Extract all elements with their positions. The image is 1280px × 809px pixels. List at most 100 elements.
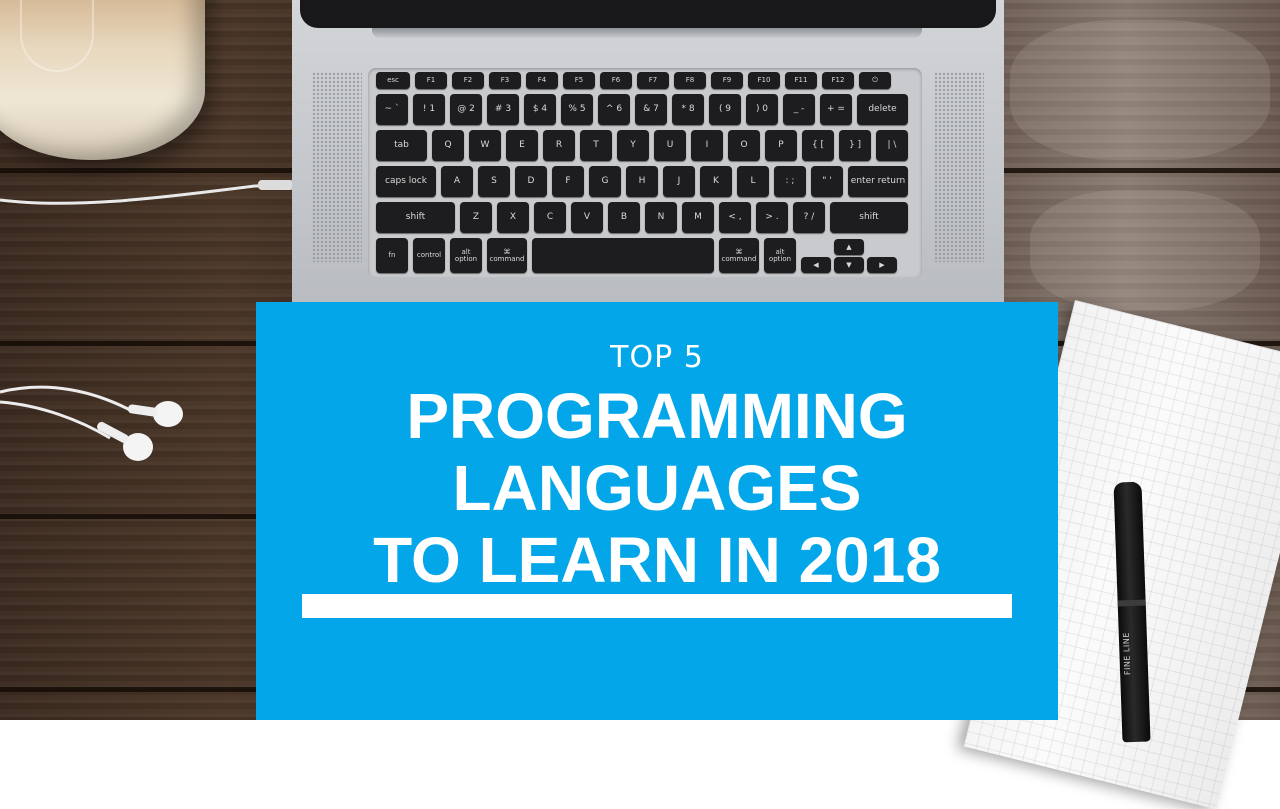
key[interactable]: J [663, 166, 695, 197]
key[interactable]: P [765, 130, 797, 161]
key[interactable]: F3 [489, 72, 521, 89]
key[interactable]: A [441, 166, 473, 197]
speaker-grille-left [312, 72, 362, 262]
key[interactable]: C [534, 202, 566, 233]
key[interactable]: G [589, 166, 621, 197]
key[interactable]: T [580, 130, 612, 161]
key[interactable]: F12 [822, 72, 854, 89]
arrow-left-key[interactable]: ◀ [801, 257, 831, 273]
key[interactable]: L [737, 166, 769, 197]
command-left-key[interactable]: ⌘ command [487, 238, 527, 273]
key[interactable]: : ; [774, 166, 806, 197]
banner-subtitle: TOP 5 [610, 340, 704, 375]
key[interactable]: I [691, 130, 723, 161]
speaker-grille-right [934, 72, 984, 262]
key[interactable]: F9 [711, 72, 743, 89]
spacebar[interactable] [532, 238, 714, 273]
key[interactable]: ? / [793, 202, 825, 233]
key[interactable]: D [515, 166, 547, 197]
key[interactable]: @ 2 [450, 94, 482, 125]
command-right-key[interactable]: ⌘ command [719, 238, 759, 273]
key[interactable]: " ' [811, 166, 843, 197]
arrow-up-key[interactable]: ▲ [834, 239, 864, 255]
key[interactable]: < , [719, 202, 751, 233]
arrow-keys: ◀ ▲ ▼ ▶ [801, 238, 897, 273]
power-key[interactable]: ⏻ [859, 72, 891, 89]
key[interactable]: % 5 [561, 94, 593, 125]
key[interactable]: + = [820, 94, 852, 125]
tab-key[interactable]: tab [376, 130, 427, 161]
key[interactable]: V [571, 202, 603, 233]
key[interactable]: F6 [600, 72, 632, 89]
key[interactable]: Q [432, 130, 464, 161]
key[interactable]: F8 [674, 72, 706, 89]
key[interactable]: Y [617, 130, 649, 161]
key[interactable]: N [645, 202, 677, 233]
key[interactable]: F5 [563, 72, 595, 89]
key[interactable]: ^ 6 [598, 94, 630, 125]
key[interactable]: S [478, 166, 510, 197]
key[interactable]: R [543, 130, 575, 161]
key[interactable]: U [654, 130, 686, 161]
key[interactable]: F4 [526, 72, 558, 89]
key[interactable]: F10 [748, 72, 780, 89]
option-left-key[interactable]: alt option [450, 238, 482, 273]
keyboard-modifier-row: fn control alt option ⌘ command ⌘ comman… [376, 238, 912, 273]
return-key[interactable]: enter return [848, 166, 908, 197]
shift-right-key[interactable]: shift [830, 202, 908, 233]
banner-underline-bar [302, 594, 1012, 618]
key[interactable]: ( 9 [709, 94, 741, 125]
key[interactable]: F [552, 166, 584, 197]
key[interactable]: { [ [802, 130, 834, 161]
key[interactable]: B [608, 202, 640, 233]
banner-title: PROGRAMMING LANGUAGES TO LEARN IN 2018 [256, 380, 1058, 596]
key[interactable]: # 3 [487, 94, 519, 125]
laptop-screen-edge [300, 0, 996, 28]
title-panel: TOP 5 PROGRAMMING LANGUAGES TO LEARN IN … [256, 302, 1058, 720]
key[interactable]: H [626, 166, 658, 197]
earphone-cable-left [0, 385, 131, 412]
key[interactable]: O [728, 130, 760, 161]
keyboard-qwerty-row: tab Q W E R T Y U I O P { [ } ] | \ [376, 130, 912, 161]
key[interactable]: ! 1 [413, 94, 445, 125]
key[interactable]: W [469, 130, 501, 161]
key[interactable]: esc [376, 72, 410, 89]
caps-lock-key[interactable]: caps lock [376, 166, 436, 197]
arrow-right-key[interactable]: ▶ [867, 257, 897, 273]
banner-title-line-2: LANGUAGES [452, 452, 862, 524]
fn-key[interactable]: fn [376, 238, 408, 273]
key[interactable]: | \ [876, 130, 908, 161]
delete-key[interactable]: delete [857, 94, 908, 125]
key[interactable]: _ - [783, 94, 815, 125]
key[interactable]: F11 [785, 72, 817, 89]
earbud-lower [97, 421, 153, 461]
key[interactable]: > . [756, 202, 788, 233]
key[interactable]: E [506, 130, 538, 161]
key[interactable]: F1 [415, 72, 447, 89]
laptop: esc F1 F2 F3 F4 F5 F6 F7 F8 F9 F10 F11 F… [292, 0, 1004, 320]
shift-left-key[interactable]: shift [376, 202, 455, 233]
key[interactable]: Z [460, 202, 492, 233]
key[interactable]: F2 [452, 72, 484, 89]
key[interactable]: K [700, 166, 732, 197]
key[interactable]: ) 0 [746, 94, 778, 125]
key[interactable]: * 8 [672, 94, 704, 125]
pen-label: FINE LINE [1121, 632, 1133, 676]
key[interactable]: } ] [839, 130, 871, 161]
keyboard-home-row: caps lock A S D F G H J K L : ; " ' ente… [376, 166, 912, 197]
key[interactable]: ~ ` [376, 94, 408, 125]
keyboard: esc F1 F2 F3 F4 F5 F6 F7 F8 F9 F10 F11 F… [376, 72, 912, 278]
control-key[interactable]: control [413, 238, 445, 273]
key[interactable]: F7 [637, 72, 669, 89]
key[interactable]: M [682, 202, 714, 233]
key[interactable]: $ 4 [524, 94, 556, 125]
key[interactable]: X [497, 202, 529, 233]
keyboard-bottom-letter-row: shift Z X C V B N M < , > . ? / shift [376, 202, 912, 233]
option-right-key[interactable]: alt option [764, 238, 796, 273]
banner-title-line-1: PROGRAMMING [406, 380, 908, 452]
headphone-jack [258, 180, 294, 190]
arrow-down-key[interactable]: ▼ [834, 257, 864, 273]
key[interactable]: & 7 [635, 94, 667, 125]
earphone-cable-right [0, 400, 111, 440]
keyboard-function-row: esc F1 F2 F3 F4 F5 F6 F7 F8 F9 F10 F11 F… [376, 72, 912, 89]
